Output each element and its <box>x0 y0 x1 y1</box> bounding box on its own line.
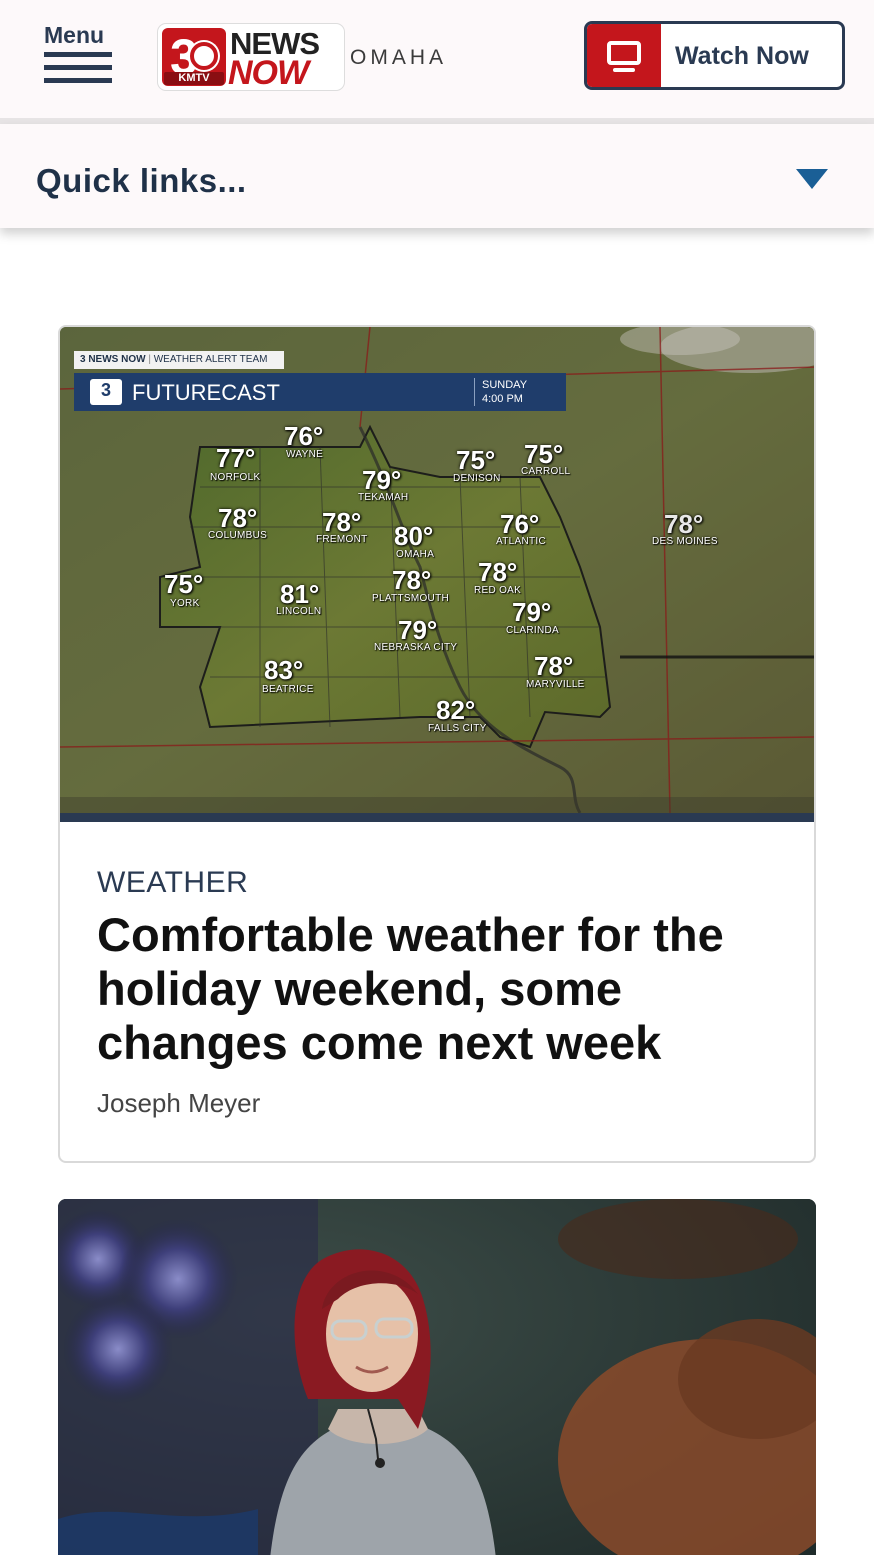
temp-clarinda: 79° <box>512 597 552 627</box>
city-red-oak: RED OAK <box>474 585 522 596</box>
city-plattsmouth: PLATTSMOUTH <box>372 593 450 604</box>
temp-plattsmouth: 78° <box>392 565 432 595</box>
temp-maryville: 78° <box>534 651 574 681</box>
watch-now-label: Watch Now <box>675 42 809 70</box>
city-des-moines: DES MOINES <box>652 536 718 547</box>
temp-omaha: 80° <box>394 521 434 551</box>
menu-button[interactable]: Menu <box>44 22 116 92</box>
logo-badge: 3 KMTV NEWS NOW <box>158 24 344 92</box>
temp-lincoln: 81° <box>280 579 320 609</box>
tv-icon <box>607 41 641 65</box>
temp-york: 75° <box>164 569 204 599</box>
logo-city: OMAHA <box>350 46 448 69</box>
article-author: Joseph Meyer <box>97 1088 261 1118</box>
temp-red-oak: 78° <box>478 557 518 587</box>
quick-links-label: Quick links... <box>36 162 247 199</box>
site-header: Menu 3 KMTV NEWS NOW OMAHA Watch Now <box>0 0 874 118</box>
article-card[interactable] <box>58 1199 816 1555</box>
city-denison: DENISON <box>453 473 501 484</box>
temp-columbus: 78° <box>218 503 258 533</box>
temp-des-moines: 78° <box>664 509 704 539</box>
tv-stand <box>613 68 635 72</box>
logo-now: NOW <box>228 54 309 92</box>
quick-links-dropdown[interactable]: Quick links... <box>0 124 874 228</box>
article-card-body: WEATHER Comfortable weather for the holi… <box>60 822 814 1161</box>
logo-three-icon: 3 KMTV <box>162 28 226 86</box>
temp-falls-city: 82° <box>436 695 476 725</box>
city-fremont: FREMONT <box>316 534 368 545</box>
futurecast-title-bar: 3 FUTURECAST SUNDAY 4:00 PM <box>74 373 566 411</box>
article-category[interactable]: WEATHER <box>97 866 248 900</box>
temp-norfolk: 77° <box>216 443 256 473</box>
city-tekamah: TEKAMAH <box>358 492 409 503</box>
futurecast-time: SUNDAY 4:00 PM <box>482 379 528 405</box>
temp-carroll: 75° <box>524 439 564 469</box>
watch-now-button[interactable]: Watch Now <box>584 21 845 90</box>
chevron-down-icon <box>796 169 828 189</box>
futurecast-title: FUTURECAST <box>132 380 280 405</box>
temp-nebraska-city: 79° <box>398 615 438 645</box>
watch-icon-box <box>587 24 661 87</box>
city-carroll: CARROLL <box>521 466 571 477</box>
station-logo[interactable]: 3 KMTV NEWS NOW OMAHA <box>158 24 458 92</box>
temp-tekamah: 79° <box>362 465 402 495</box>
article-image <box>58 1199 816 1555</box>
hamburger-icon <box>44 52 112 91</box>
city-york: YORK <box>170 598 200 609</box>
city-falls-city: FALLS CITY <box>428 723 487 734</box>
image-bottom-bar <box>60 813 814 822</box>
article-headline[interactable]: Comfortable weather for the holiday week… <box>97 908 787 1070</box>
city-lincoln: LINCOLN <box>276 606 322 617</box>
temp-fremont: 78° <box>322 507 362 537</box>
kmtv-3-icon: 3 <box>90 379 122 405</box>
temp-wayne: 76° <box>284 421 324 451</box>
city-atlantic: ATLANTIC <box>496 536 546 547</box>
city-clarinda: CLARINDA <box>506 625 559 636</box>
cbs-eye-icon <box>190 42 218 70</box>
city-wayne: WAYNE <box>286 449 324 460</box>
temp-atlantic: 76° <box>500 509 540 539</box>
temp-beatrice: 83° <box>264 655 304 685</box>
city-norfolk: NORFOLK <box>210 472 261 483</box>
city-omaha: OMAHA <box>396 549 435 560</box>
weather-team-strip: 3 NEWS NOW | WEATHER ALERT TEAM <box>74 351 284 369</box>
article-card[interactable]: 3 NEWS NOW | WEATHER ALERT TEAM 3 FUTURE… <box>58 325 816 1163</box>
city-beatrice: BEATRICE <box>262 684 314 695</box>
article-image[interactable]: 3 NEWS NOW | WEATHER ALERT TEAM 3 FUTURE… <box>60 327 814 813</box>
city-maryville: MARYVILLE <box>526 679 585 690</box>
city-columbus: COLUMBUS <box>208 530 268 541</box>
city-nebraska-city: NEBRASKA CITY <box>374 642 458 653</box>
menu-label: Menu <box>44 22 105 48</box>
temp-denison: 75° <box>456 445 496 475</box>
